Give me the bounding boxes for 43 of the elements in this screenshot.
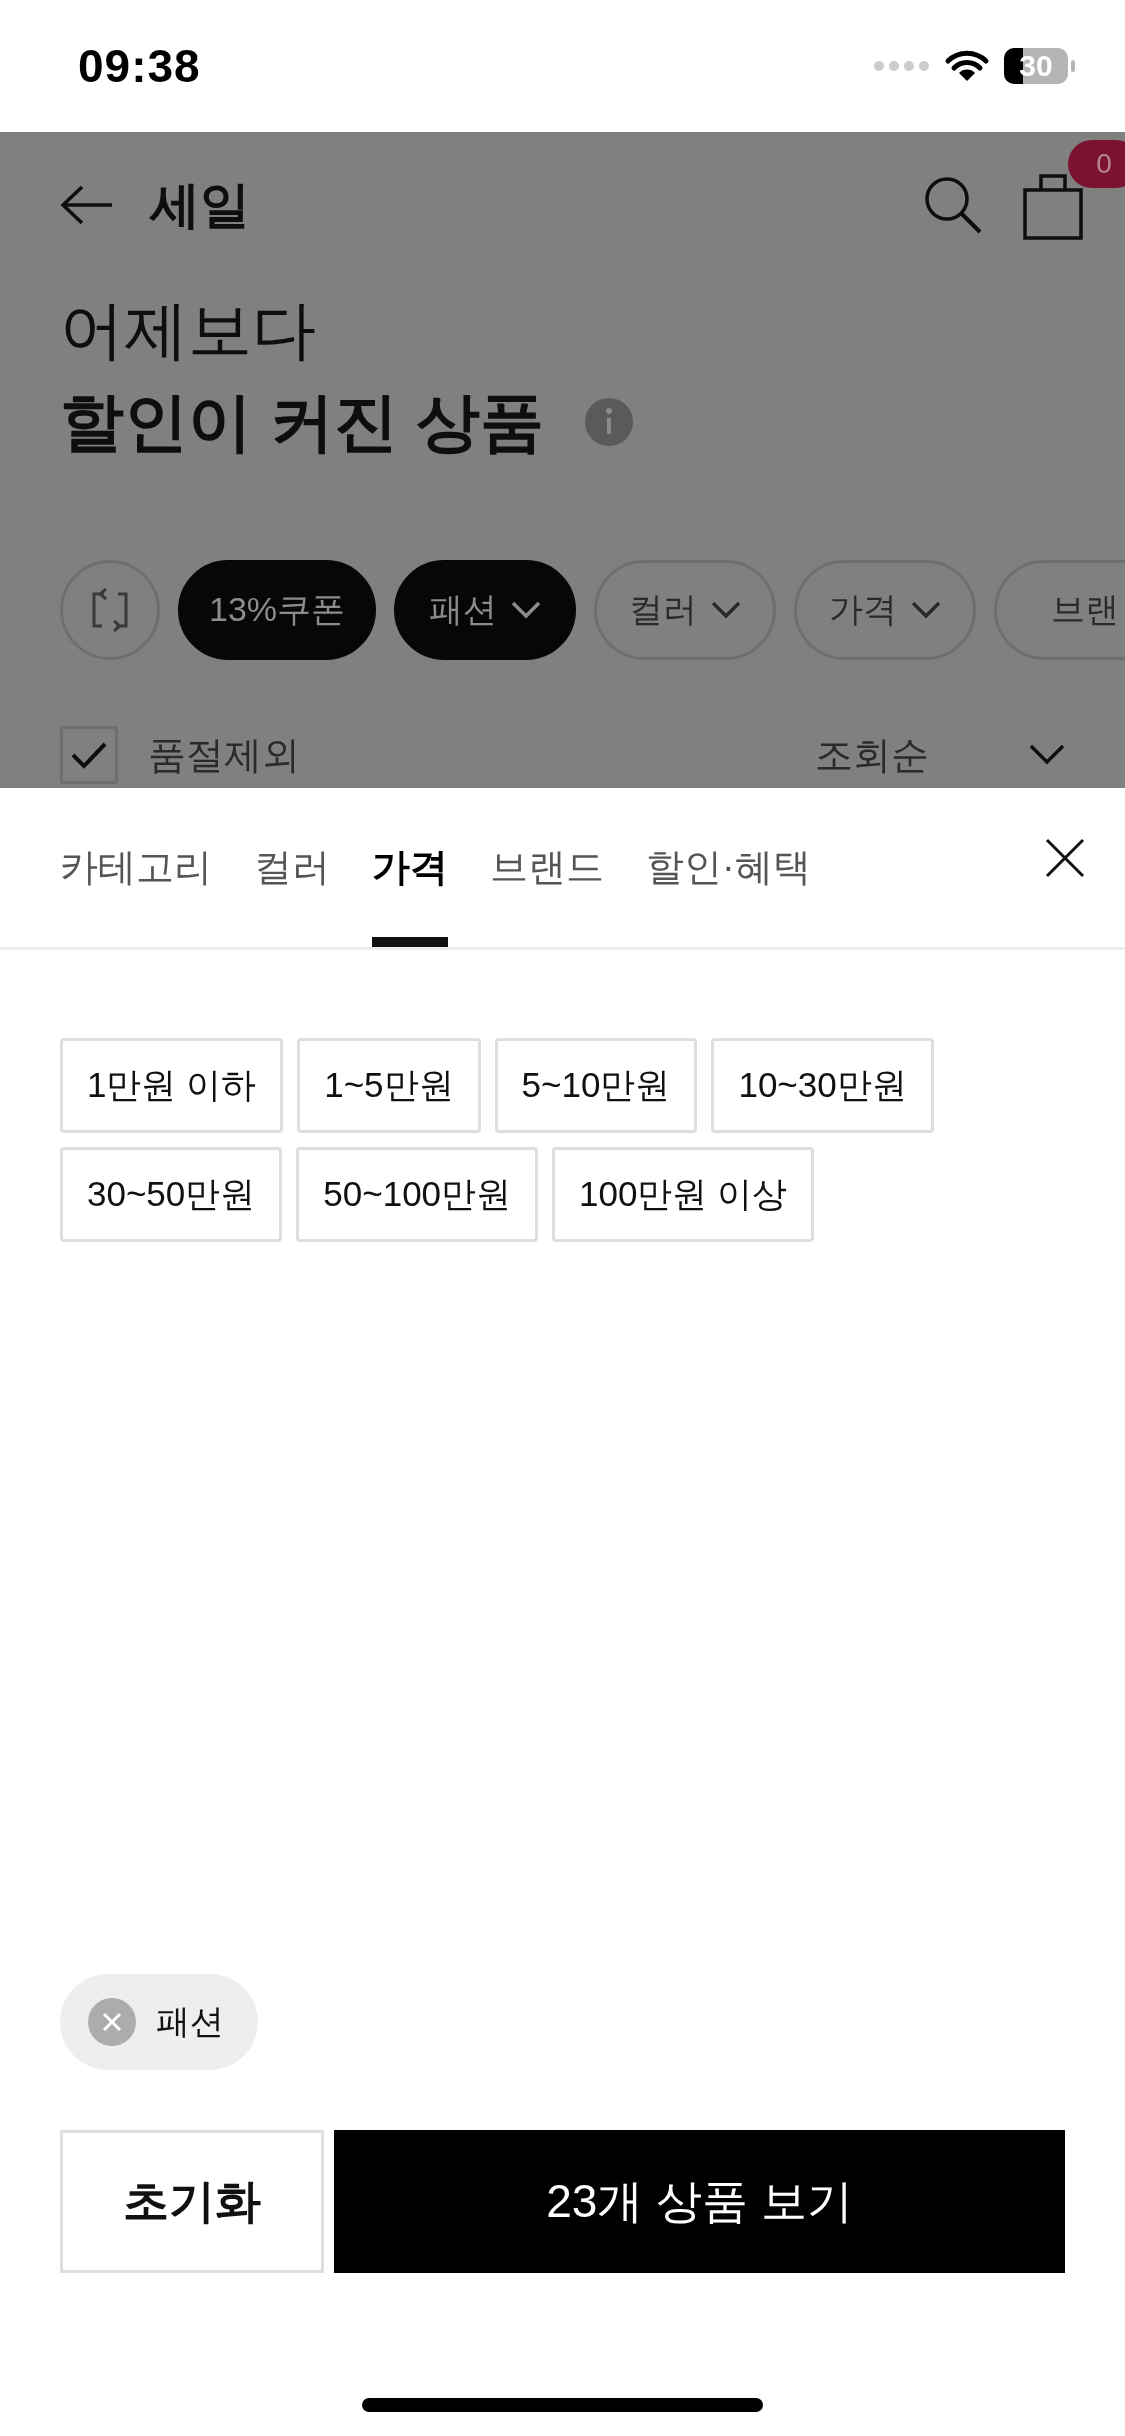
info-icon xyxy=(583,397,634,447)
price-option[interactable]: 30~50만원 xyxy=(60,1147,283,1242)
page-title: 세일 xyxy=(150,175,250,235)
chevron-down-icon xyxy=(911,601,942,619)
price-option[interactable]: 50~100만원 xyxy=(296,1147,539,1242)
filter-tab[interactable]: 할인·혜택 xyxy=(646,788,811,947)
filter-tab[interactable]: 카테고리 xyxy=(60,788,212,947)
headline: 어제보다 xyxy=(60,293,317,368)
sort-dropdown[interactable]: 조회순 xyxy=(815,729,929,781)
filter-chip[interactable]: 브랜 xyxy=(994,560,1125,660)
checkbox[interactable] xyxy=(60,726,118,784)
filter-tab[interactable]: 브랜드 xyxy=(490,788,604,947)
chevron-down-icon xyxy=(1029,744,1065,766)
checkbox-label: 품절제외 xyxy=(148,732,300,778)
price-option[interactable]: 1만원 이하 xyxy=(60,1038,284,1133)
check-icon xyxy=(71,741,107,769)
close-icon[interactable] xyxy=(1045,837,1085,878)
headline: 할인이 커진 상품 xyxy=(60,385,544,460)
filter-chip[interactable]: 패션 xyxy=(394,560,577,660)
battery-tip-icon xyxy=(1071,60,1075,72)
view-products-button[interactable]: 23개 상품 보기 xyxy=(334,2130,1065,2273)
filter-chip[interactable]: 13%쿠폰 xyxy=(178,560,377,660)
price-option[interactable]: 1~5만원 xyxy=(297,1038,481,1133)
price-option[interactable]: 100만원 이상 xyxy=(552,1147,815,1242)
back-arrow-icon xyxy=(60,185,114,225)
cart-count-badge: 0 xyxy=(1068,140,1125,188)
reset-button[interactable]: 초기화 xyxy=(60,2130,324,2273)
filter-chip[interactable]: 컬러 xyxy=(594,560,777,660)
remove-icon xyxy=(88,1998,136,2046)
filter-tab[interactable]: 가격 xyxy=(372,788,448,947)
price-option[interactable]: 10~30만원 xyxy=(711,1038,934,1133)
refresh-button[interactable] xyxy=(60,560,160,660)
applied-filter-chip[interactable]: 패션 xyxy=(60,1974,258,2070)
filter-chip[interactable]: 가격 xyxy=(794,560,977,660)
signal-icon xyxy=(874,60,930,72)
filter-tab[interactable]: 컬러 xyxy=(254,788,330,947)
clock: 09:38 xyxy=(78,39,201,93)
price-option[interactable]: 5~10만원 xyxy=(494,1038,698,1133)
search-icon xyxy=(923,175,983,235)
chevron-down-icon xyxy=(511,601,542,619)
chevron-down-icon xyxy=(711,601,742,619)
wifi-icon xyxy=(944,49,990,83)
refresh-icon xyxy=(90,588,130,632)
